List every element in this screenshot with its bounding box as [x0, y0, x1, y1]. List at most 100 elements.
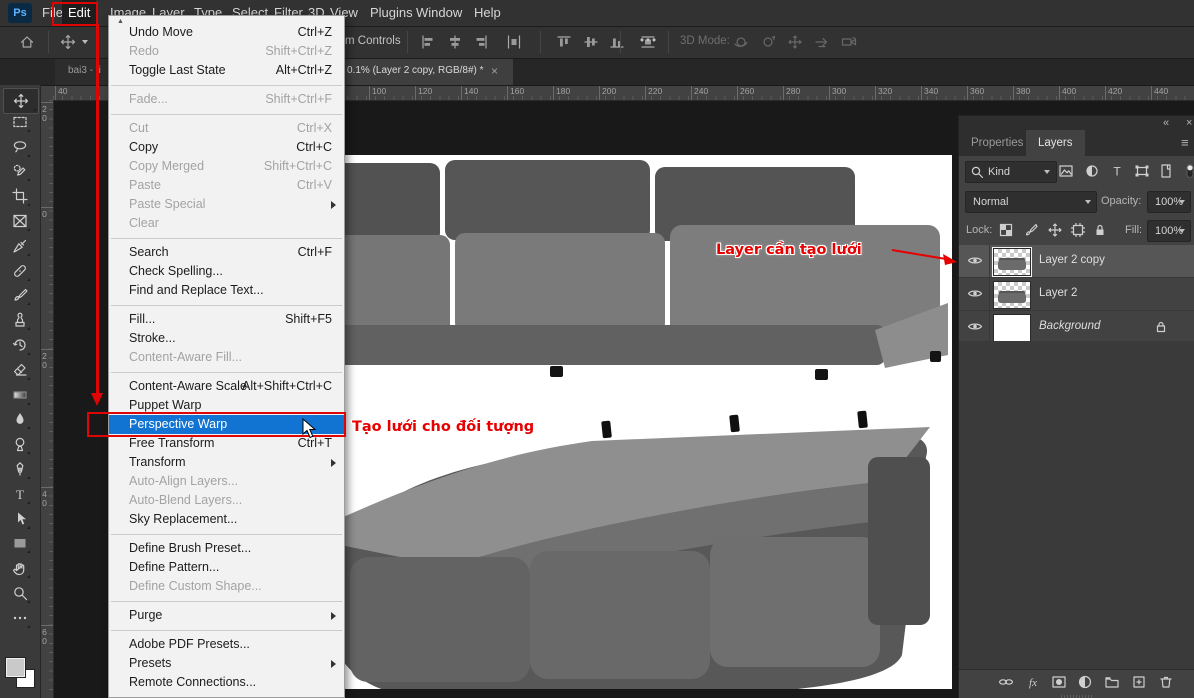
blur-tool[interactable] [8, 407, 32, 431]
adjustment-filter-button[interactable] [1084, 163, 1100, 179]
menu-item-remote-connections[interactable]: Remote Connections... [109, 673, 344, 692]
gradient-tool[interactable] [8, 383, 32, 407]
align-middle-vertical-button[interactable] [583, 34, 599, 50]
path-selection-tool[interactable] [8, 507, 32, 531]
menu-item-check-spelling[interactable]: Check Spelling... [109, 262, 344, 281]
menu-item-content-aware-scale[interactable]: Content-Aware ScaleAlt+Shift+Ctrl+C [109, 377, 344, 396]
add-mask-button[interactable] [1051, 674, 1067, 690]
menu-item-paste-special[interactable]: Paste Special [109, 195, 344, 214]
tab-layers[interactable]: Layers [1026, 130, 1085, 156]
home-icon[interactable] [19, 34, 35, 50]
lasso-tool[interactable] [8, 135, 32, 159]
filter-kind-select[interactable]: Kind [965, 161, 1057, 183]
layer-row-background[interactable]: Background [959, 311, 1194, 344]
menu-item-stroke[interactable]: Stroke... [109, 329, 344, 348]
menu-item-search[interactable]: SearchCtrl+F [109, 243, 344, 262]
menu-item-auto-blend-layers[interactable]: Auto-Blend Layers... [109, 491, 344, 510]
dodge-tool[interactable] [8, 432, 32, 456]
foreground-color-swatch[interactable] [6, 658, 25, 677]
layer-name[interactable]: Layer 2 copy [1039, 254, 1105, 266]
align-left-button[interactable] [420, 34, 436, 50]
menu-item-toggle-last-state[interactable]: Toggle Last StateAlt+Ctrl+Z [109, 61, 344, 80]
3d-camera-button[interactable] [841, 34, 857, 50]
quick-selection-tool[interactable] [8, 159, 32, 183]
pixel-filter-button[interactable] [1058, 163, 1074, 179]
close-tab-icon[interactable]: × [491, 64, 498, 78]
frame-tool[interactable] [8, 209, 32, 233]
clone-stamp-tool[interactable] [8, 308, 32, 332]
healing-brush-tool[interactable] [8, 259, 32, 283]
rectangle-tool[interactable] [8, 531, 32, 555]
menu-item-undo-move[interactable]: Undo MoveCtrl+Z [109, 23, 344, 42]
layer-name[interactable]: Layer 2 [1039, 287, 1077, 299]
blend-mode-select[interactable]: Normal [965, 191, 1097, 213]
align-center-horizontal-button[interactable] [447, 34, 463, 50]
smart-object-filter-button[interactable] [1158, 163, 1174, 179]
menu-item-find-and-replace-text[interactable]: Find and Replace Text... [109, 281, 344, 300]
menu-item-redo[interactable]: RedoShift+Ctrl+Z [109, 42, 344, 61]
layer-effects-button[interactable]: fx [1025, 674, 1041, 690]
3d-pan-button[interactable] [787, 34, 803, 50]
layer-row-layer-2-copy[interactable]: Layer 2 copy [959, 245, 1194, 278]
lock-all-button[interactable] [1092, 222, 1108, 238]
move-tool-icon[interactable] [60, 34, 76, 50]
tab-properties[interactable]: Properties [959, 130, 1035, 156]
delete-layer-button[interactable] [1158, 674, 1174, 690]
layer-thumbnail[interactable] [993, 281, 1031, 309]
lock-position-button[interactable] [1047, 222, 1063, 238]
history-brush-tool[interactable] [8, 333, 32, 357]
layer-thumbnail[interactable] [993, 248, 1031, 276]
distribute-horizontal-button[interactable] [506, 34, 522, 50]
menu-item-define-custom-shape[interactable]: Define Custom Shape... [109, 577, 344, 596]
lock-pixels-button[interactable] [1023, 222, 1039, 238]
collapse-panel-icon[interactable]: « [1163, 116, 1169, 130]
3d-roll-button[interactable] [760, 34, 776, 50]
edit-toolbar-tool[interactable] [8, 606, 32, 630]
layer-name[interactable]: Background [1039, 320, 1100, 332]
menu-item-define-pattern[interactable]: Define Pattern... [109, 558, 344, 577]
menu-item-transform[interactable]: Transform [109, 453, 344, 472]
menu-item-copy[interactable]: CopyCtrl+C [109, 138, 344, 157]
color-swatches[interactable] [5, 657, 39, 697]
lock-transparent-button[interactable] [998, 222, 1014, 238]
layer-visibility-eye-icon[interactable] [967, 320, 983, 333]
hand-tool[interactable] [8, 556, 32, 580]
menu-item-sky-replacement[interactable]: Sky Replacement... [109, 510, 344, 529]
zoom-tool[interactable] [8, 581, 32, 605]
pen-tool[interactable] [8, 457, 32, 481]
3d-orbit-button[interactable] [733, 34, 749, 50]
menu-item-auto-align-layers[interactable]: Auto-Align Layers... [109, 472, 344, 491]
menu-item-adobe-pdf-presets[interactable]: Adobe PDF Presets... [109, 635, 344, 654]
close-panel-icon[interactable]: × [1186, 116, 1192, 130]
align-right-button[interactable] [473, 34, 489, 50]
menu-item-cut[interactable]: CutCtrl+X [109, 119, 344, 138]
rectangular-marquee-tool[interactable] [8, 110, 32, 134]
brush-tool[interactable] [8, 283, 32, 307]
menu-help[interactable]: Help [468, 0, 507, 26]
menu-item-copy-merged[interactable]: Copy MergedShift+Ctrl+C [109, 157, 344, 176]
menu-item-paste[interactable]: PasteCtrl+V [109, 176, 344, 195]
opacity-input[interactable]: 100% [1147, 191, 1191, 213]
lock-artboard-button[interactable] [1070, 222, 1086, 238]
type-tool[interactable]: T [8, 482, 32, 506]
menu-item-fill[interactable]: Fill...Shift+F5 [109, 310, 344, 329]
new-layer-button[interactable] [1131, 674, 1147, 690]
menu-item-presets[interactable]: Presets [109, 654, 344, 673]
menu-item-define-brush-preset[interactable]: Define Brush Preset... [109, 539, 344, 558]
menu-item-clear[interactable]: Clear [109, 214, 344, 233]
type-filter-button[interactable]: T [1109, 163, 1125, 179]
panel-menu-icon[interactable]: ≡ [1181, 135, 1189, 150]
show-transform-controls-label[interactable]: m Controls [345, 35, 401, 47]
layer-visibility-eye-icon[interactable] [967, 254, 983, 267]
menu-item-purge[interactable]: Purge [109, 606, 344, 625]
eraser-tool[interactable] [8, 358, 32, 382]
layer-row-layer-2[interactable]: Layer 2 [959, 278, 1194, 311]
adjustment-layer-button[interactable] [1077, 674, 1093, 690]
move-tool-chevron-icon[interactable] [82, 40, 88, 44]
align-top-button[interactable] [556, 34, 572, 50]
link-layers-button[interactable] [998, 674, 1014, 690]
fill-input[interactable]: 100% [1147, 220, 1191, 242]
menu-item-content-aware-fill[interactable]: Content-Aware Fill... [109, 348, 344, 367]
eyedropper-tool[interactable] [8, 234, 32, 258]
align-bottom-button[interactable] [609, 34, 625, 50]
